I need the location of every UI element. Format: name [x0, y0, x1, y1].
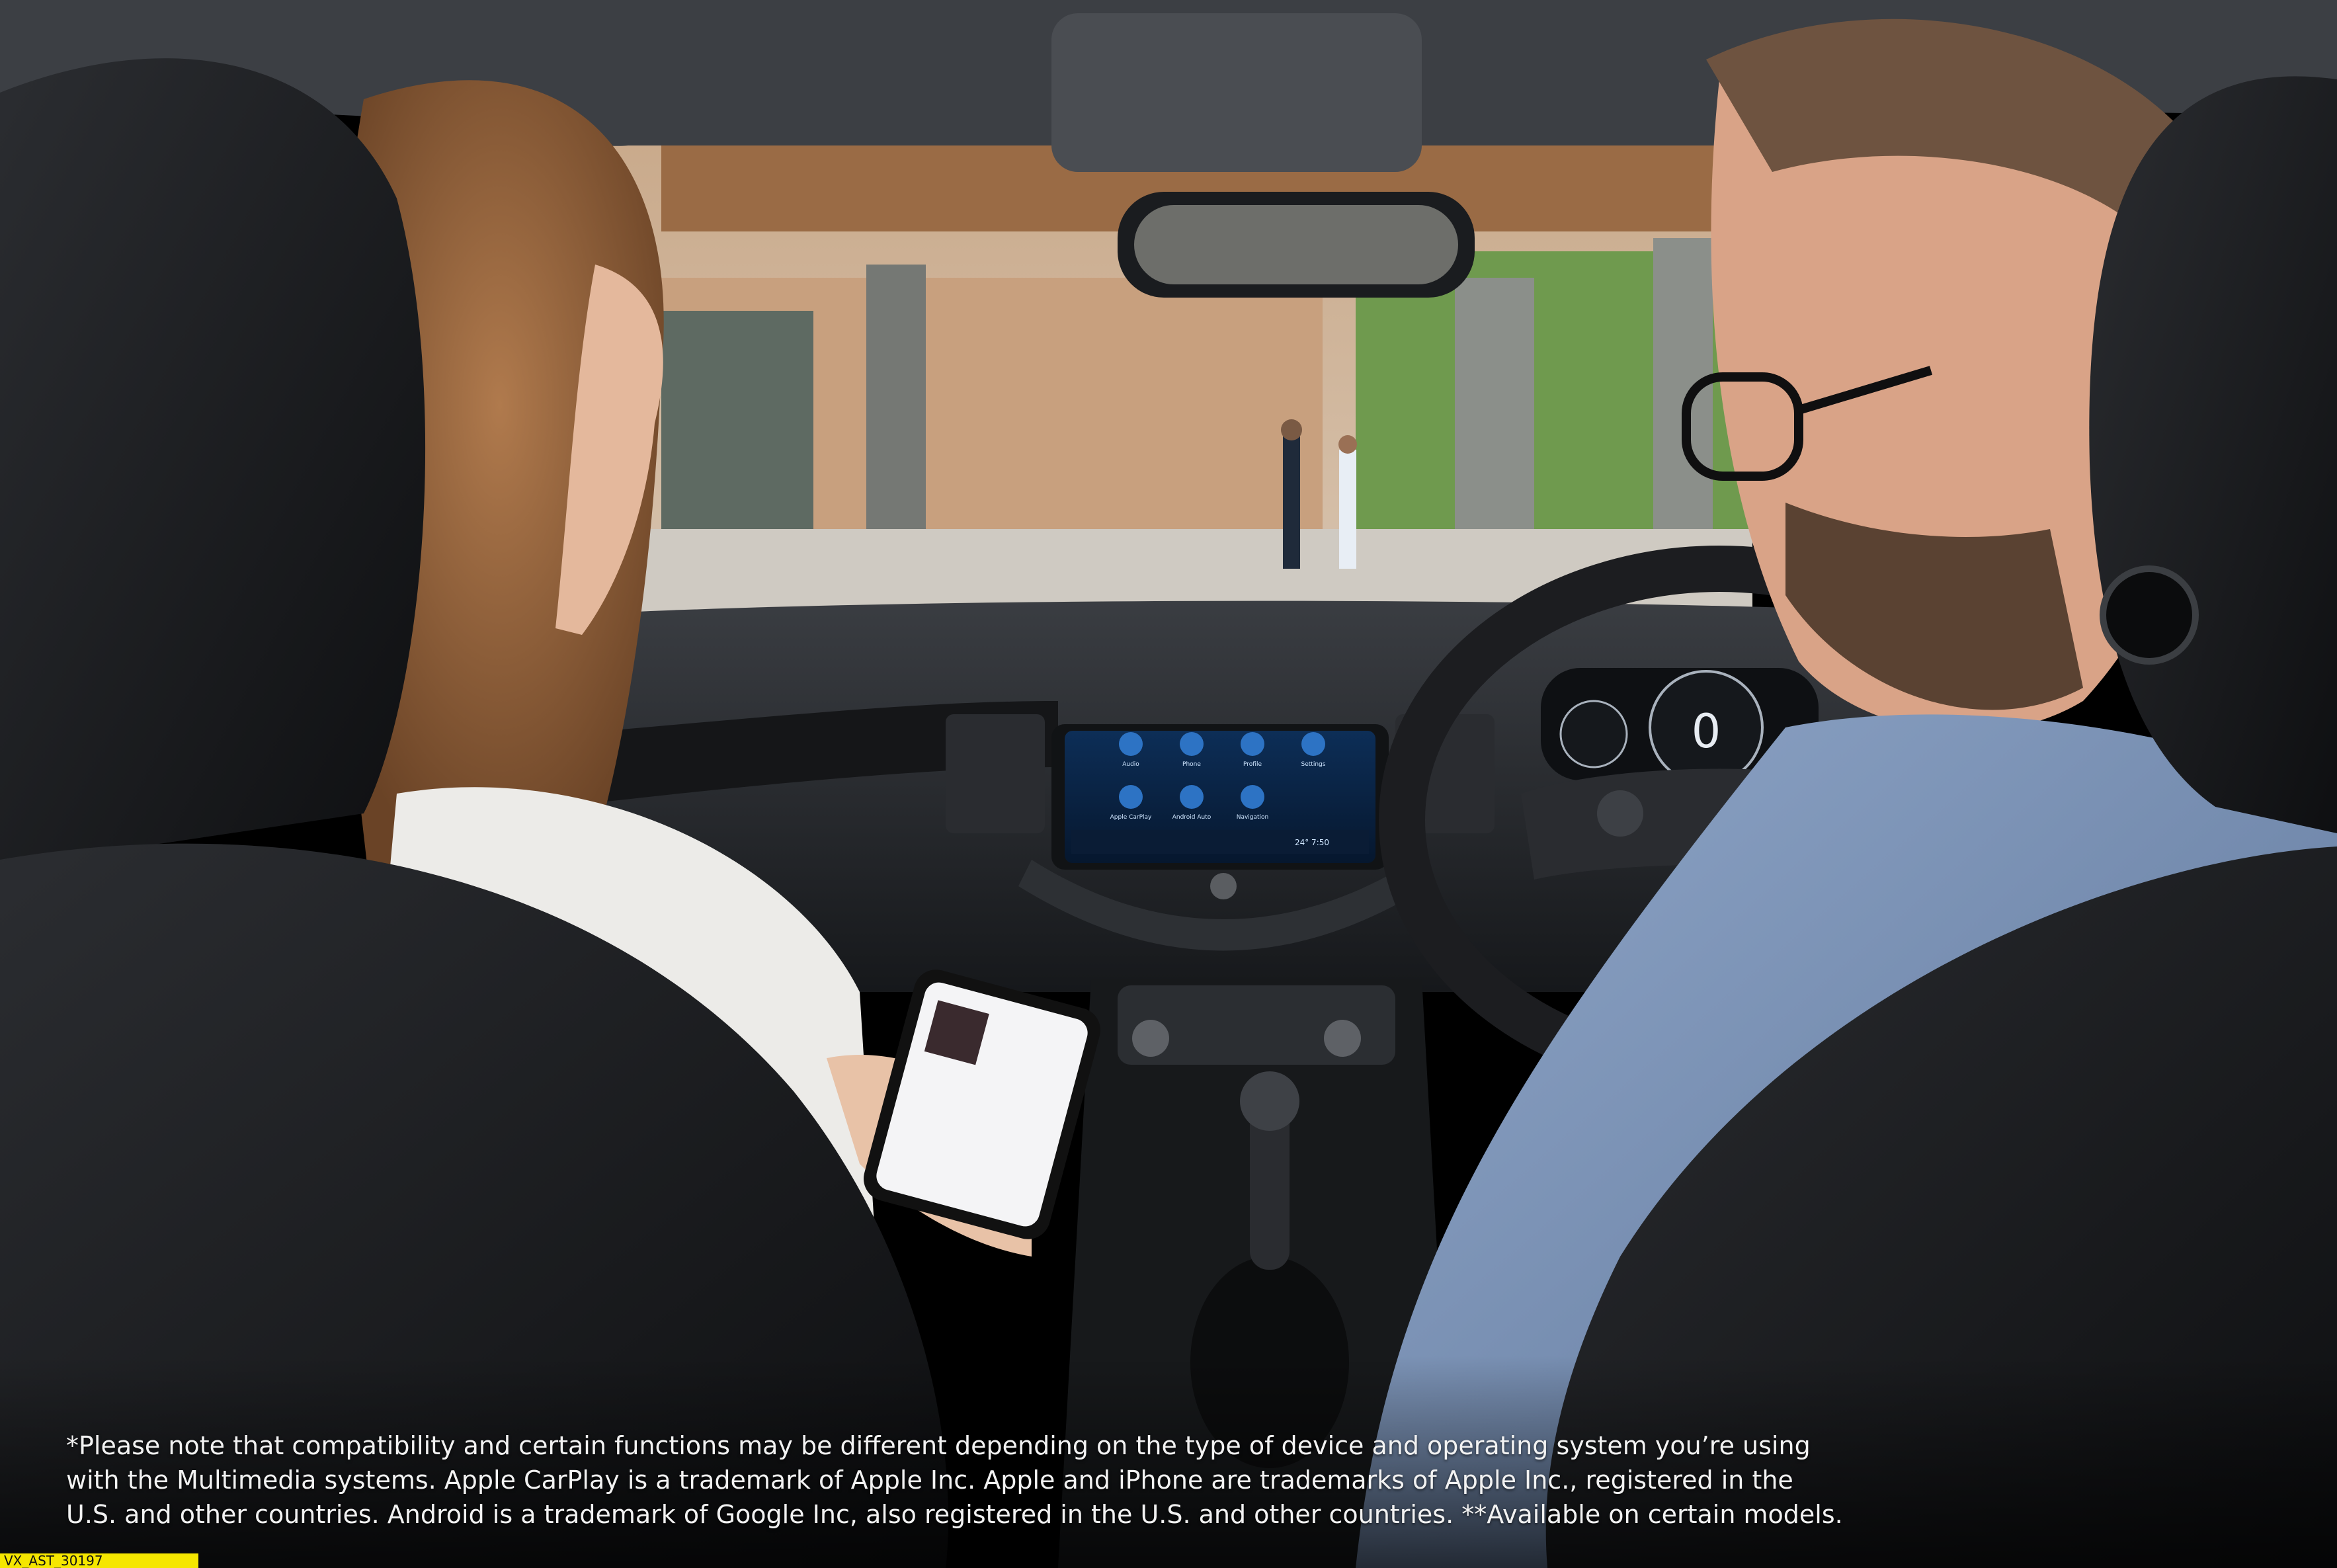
smartphone [863, 970, 1101, 1239]
steering-controls-icon [1597, 790, 1643, 837]
screen-app-label: Phone [1182, 761, 1201, 768]
screen-app-label: Audio [1122, 761, 1139, 768]
disclaimer-line: with the Multimedia systems. Apple CarPl… [66, 1465, 1793, 1495]
passenger-headrest [0, 58, 426, 873]
screen-app-label: Profile [1243, 761, 1262, 768]
screen-app-label: Navigation [1237, 814, 1269, 821]
disclaimer-text: *Please note that compatibility and cert… [66, 1428, 2050, 1532]
headrest-speaker-icon [2100, 565, 2199, 665]
driver-headrest [2089, 76, 2337, 834]
volume-knob [1210, 873, 1237, 899]
car-interior-photo: Audio Phone Profile Settings Apple CarPl… [0, 0, 2337, 1568]
disclaimer-line: U.S. and other countries. Android is a t… [66, 1500, 1843, 1529]
document-code-tag: VX_AST_30197 [0, 1553, 198, 1568]
speed-readout: 0 [1692, 704, 1721, 759]
screen-app-label: Apple CarPlay [1110, 814, 1152, 821]
infotainment-screen: Audio Phone Profile Settings Apple CarPl… [1051, 724, 1389, 870]
disclaimer-line: *Please note that compatibility and cert… [66, 1431, 1811, 1460]
screen-app-label: Settings [1301, 761, 1326, 768]
air-vent [946, 714, 1045, 833]
screen-app-label: Android Auto [1172, 814, 1211, 821]
overhead-console [1051, 13, 1422, 172]
screen-status: 24° 7:50 [1295, 838, 1329, 847]
